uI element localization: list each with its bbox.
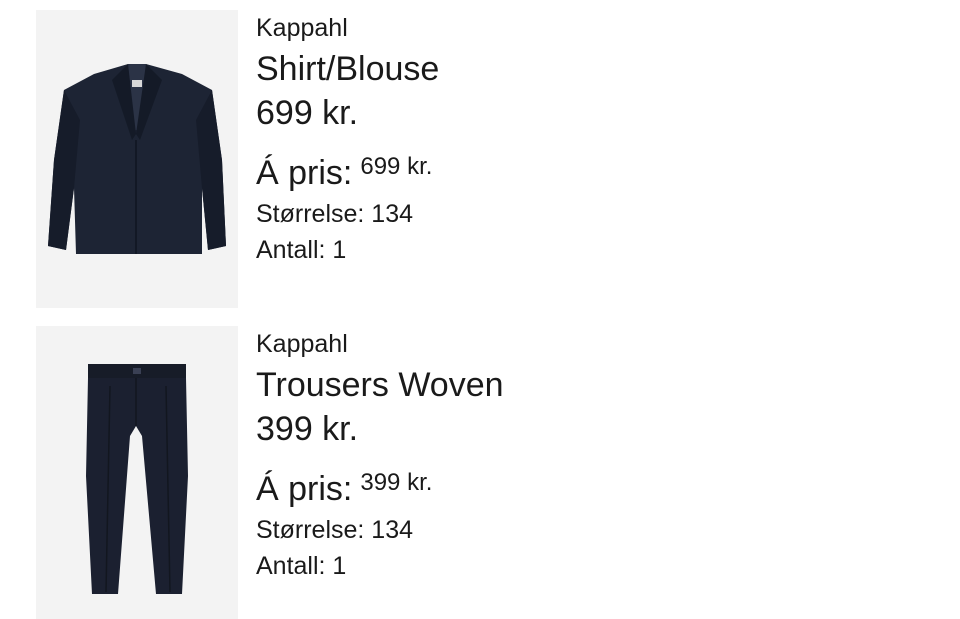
product-brand: Kappahl [256,330,348,358]
jacket-icon [48,64,226,254]
cart-item: Kappahl Trousers Woven 399 kr. Á pris: 39… [36,326,936,619]
product-size: Størrelse: 134 [256,516,414,544]
unit-price-label: Á pris: [256,470,353,508]
trousers-icon [86,364,188,594]
unit-price-value: 699 kr. [360,153,433,180]
product-brand: Kappahl [256,14,348,42]
product-quantity: Antall: 1 [256,236,347,264]
product-name[interactable]: Trousers Woven [256,366,504,405]
product-price: 399 kr. [256,410,359,448]
product-quantity: Antall: 1 [256,552,347,580]
unit-price: Á pris: 399 kr. [256,469,433,509]
unit-price-label: Á pris: [256,154,353,192]
unit-price-value: 399 kr. [360,469,433,496]
unit-price: Á pris: 699 kr. [256,153,433,193]
product-image[interactable] [36,10,238,308]
cart-item: Kappahl Shirt/Blouse 699 kr. Á pris: 699 … [36,10,936,308]
product-price: 699 kr. [256,94,359,132]
product-name[interactable]: Shirt/Blouse [256,50,439,89]
product-size: Størrelse: 134 [256,200,414,228]
product-image[interactable] [36,326,238,619]
